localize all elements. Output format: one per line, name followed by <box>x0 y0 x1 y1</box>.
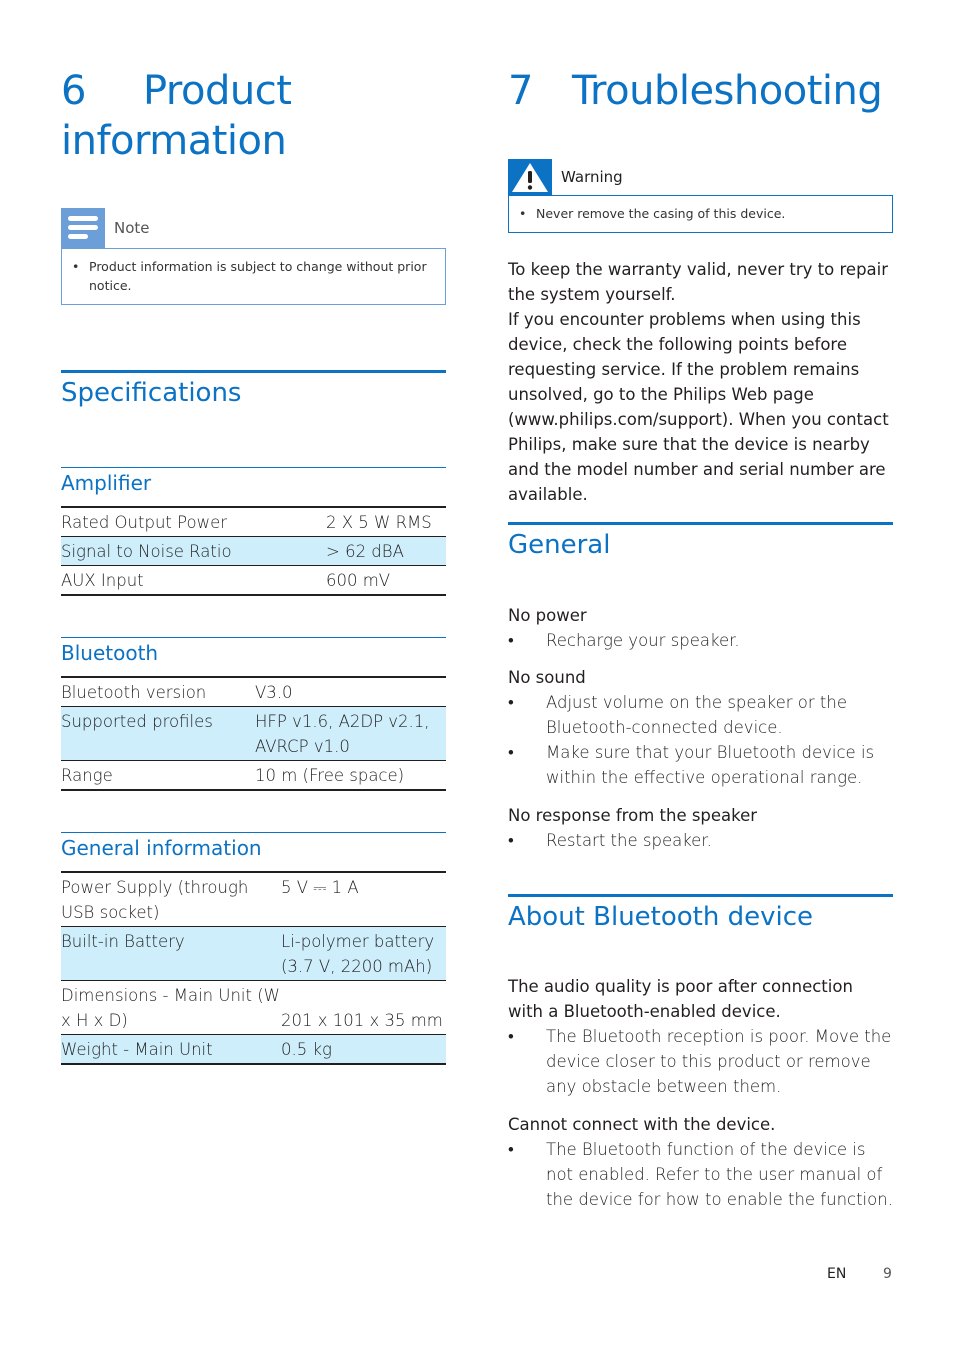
subsection-rule <box>61 832 446 833</box>
spec-value: HFP v1.6, A2DP v2.1, AVRCP v1.0 <box>255 706 446 761</box>
section-rule <box>508 522 893 525</box>
issue-title: The audio quality is poor after connecti… <box>508 977 853 1021</box>
table-row: Supported profiles HFP v1.6, A2DP v2.1, … <box>61 706 446 761</box>
general-information-table: Power Supply (through USB socket) 5 V ⎓ … <box>61 871 446 1065</box>
bullet: • <box>508 1140 514 1159</box>
warning-body: • Never remove the casing of this device… <box>508 195 893 233</box>
amplifier-table: Rated Output Power 2 X 5 W RMS Signal to… <box>61 506 446 596</box>
chapter-number: 7 <box>508 68 533 114</box>
item-text: The Bluetooth function of the device is … <box>546 1140 893 1209</box>
warning-icon <box>508 159 552 195</box>
general-heading: General <box>508 530 611 560</box>
spec-value: > 62 dBA <box>326 536 446 566</box>
table-row: Bluetooth version V3.0 <box>61 677 446 707</box>
table-row: AUX Input 600 mV <box>61 565 446 595</box>
chapter-title-word: Troubleshooting <box>572 68 883 114</box>
list-item: • Adjust volume on the speaker or the Blu… <box>508 690 893 740</box>
specifications-heading: Specifications <box>61 378 242 408</box>
table-row: Signal to Noise Ratio > 62 dBA <box>61 536 446 566</box>
table-row: Power Supply (through USB socket) 5 V ⎓ … <box>61 872 446 927</box>
spec-label: Supported profiles <box>61 706 255 761</box>
spec-value: 2 X 5 W RMS <box>326 513 432 532</box>
table-row: Built-in Battery Li-polymer battery (3.7… <box>61 926 446 981</box>
bullet: • <box>508 693 514 712</box>
chapter-title-line2: information <box>61 118 287 164</box>
issue-no-sound: No sound • Adjust volume on the speaker o… <box>508 665 893 790</box>
issue-title: Cannot connect with the device. <box>508 1115 776 1134</box>
issue-title: No power <box>508 606 587 625</box>
list-item: • Restart the speaker. <box>508 828 893 853</box>
item-text: Make sure that your Bluetooth device is … <box>546 743 875 787</box>
spec-label: Rated Output Power <box>61 513 227 532</box>
bullet: • <box>508 743 514 762</box>
note-label: Note <box>114 219 150 237</box>
list-item: • The Bluetooth reception is poor. Move t… <box>508 1024 893 1099</box>
section-rule <box>61 370 446 373</box>
subsection-rule <box>61 467 446 468</box>
note-callout: Note • Product information is subject to… <box>61 208 446 305</box>
spec-label: AUX Input <box>61 565 326 595</box>
item-text: Restart the speaker. <box>546 831 712 850</box>
bullet: • <box>508 831 514 850</box>
warning-callout: Warning • Never remove the casing of thi… <box>508 159 893 233</box>
note-icon <box>61 208 105 248</box>
spec-label: Range <box>61 760 255 790</box>
table-row: Dimensions - Main Unit (W x H x D) 201 x… <box>61 980 446 1035</box>
general-information-heading: General information <box>61 836 262 860</box>
note-text: Product information is subject to change… <box>89 259 427 293</box>
bluetooth-table: Bluetooth version V3.0 Supported profile… <box>61 676 446 791</box>
issue-audio-quality: The audio quality is poor after connecti… <box>508 974 893 1099</box>
subsection-rule <box>61 637 446 638</box>
table-row: Rated Output Power 2 X 5 W RMS <box>61 507 446 537</box>
warning-label: Warning <box>561 168 623 186</box>
issue-no-power: No power • Recharge your speaker. <box>508 603 893 653</box>
issue-title: No response from the speaker <box>508 806 758 825</box>
about-bluetooth-heading: About Bluetooth device <box>508 902 814 932</box>
chapter-number: 6 <box>61 68 86 114</box>
list-item: • Make sure that your Bluetooth device is… <box>508 740 893 790</box>
spec-label: Built-in Battery <box>61 926 281 981</box>
intro-text: To keep the warranty valid, never try to… <box>508 257 893 507</box>
list-item: • Recharge your speaker. <box>508 628 893 653</box>
spec-value: 201 x 101 x 35 mm <box>281 980 446 1035</box>
issue-title: No sound <box>508 668 586 687</box>
note-body: • Product information is subject to chan… <box>61 248 446 305</box>
spec-label: Weight - Main Unit <box>61 1034 281 1064</box>
item-text: Adjust volume on the speaker or the Blue… <box>546 693 847 737</box>
issue-cannot-connect: Cannot connect with the device. • The Blu… <box>508 1112 893 1212</box>
bullet: • <box>508 631 514 650</box>
intro-paragraph: If you encounter problems when using thi… <box>508 310 889 504</box>
amplifier-heading: Amplifier <box>61 471 152 495</box>
bullet: • <box>519 206 527 221</box>
bluetooth-heading: Bluetooth <box>61 641 159 665</box>
chapter-6-title: 6 Product information <box>61 66 292 166</box>
intro-paragraph: To keep the warranty valid, never try to… <box>508 260 889 304</box>
issue-no-response: No response from the speaker • Restart th… <box>508 803 893 853</box>
spec-value: Li-polymer battery (3.7 V, 2200 mAh) <box>281 926 446 981</box>
item-text: Recharge your speaker. <box>546 631 740 650</box>
warning-text: Never remove the casing of this device. <box>536 206 786 221</box>
spec-value: 600 mV <box>326 565 446 595</box>
spec-label: Dimensions - Main Unit (W x H x D) <box>61 980 281 1035</box>
spec-label: Bluetooth version <box>61 683 207 702</box>
chapter-title-word: Product <box>143 68 292 114</box>
spec-value: 0.5 kg <box>281 1034 446 1064</box>
item-text: The Bluetooth reception is poor. Move th… <box>546 1027 892 1096</box>
spec-label: Power Supply (through USB socket) <box>61 878 249 922</box>
spec-value: 5 V ⎓ 1 A <box>281 878 359 897</box>
table-row: Range 10 m (Free space) <box>61 760 446 790</box>
chapter-7-title: 7 Troubleshooting <box>508 66 883 116</box>
footer-language: EN <box>827 1266 847 1282</box>
section-rule <box>508 894 893 897</box>
table-row: Weight - Main Unit 0.5 kg <box>61 1034 446 1064</box>
bullet: • <box>72 259 80 274</box>
page-number: 9 <box>883 1266 892 1282</box>
bullet: • <box>508 1027 514 1046</box>
list-item: • The Bluetooth function of the device is… <box>508 1137 893 1212</box>
spec-value: 10 m (Free space) <box>255 760 446 790</box>
spec-value: V3.0 <box>255 683 293 702</box>
spec-label: Signal to Noise Ratio <box>61 536 326 566</box>
